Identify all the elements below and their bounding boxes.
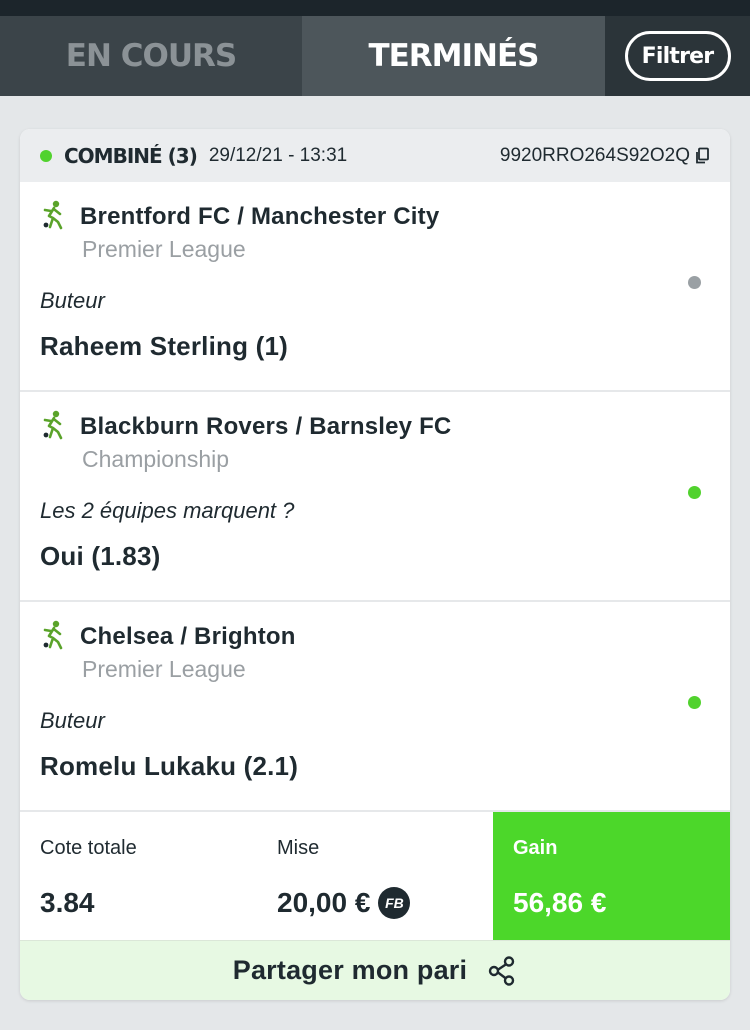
share-button[interactable]: Partager mon pari xyxy=(20,940,730,1000)
football-player-icon xyxy=(43,200,63,230)
stake: Mise 20,00 € FB xyxy=(257,812,493,940)
total-odds-value: 3.84 xyxy=(40,887,95,918)
match-name: Brentford FC / Manchester City xyxy=(80,203,440,230)
league-name: Premier League xyxy=(82,236,246,262)
filter-area: Filtrer xyxy=(605,16,750,96)
copy-icon[interactable] xyxy=(694,147,710,165)
filter-button[interactable]: Filtrer xyxy=(624,31,731,81)
stake-label: Mise xyxy=(277,837,320,859)
bet-date: 29/12/21 - 13:31 xyxy=(208,144,348,166)
selection-item: Brentford FC / Manchester City Premier L… xyxy=(20,182,730,392)
match-name: Chelsea / Brighton xyxy=(80,623,296,650)
gain-value: 56,86 € xyxy=(513,887,607,918)
market-name: Buteur xyxy=(40,288,105,313)
pick-value: Oui (1.83) xyxy=(40,541,161,571)
stake-value: 20,00 € xyxy=(277,887,371,918)
selection-item: Chelsea / Brighton Premier League Buteur… xyxy=(20,602,730,812)
selection-item: Blackburn Rovers / Barnsley FC Champions… xyxy=(20,392,730,602)
bet-tabs: EN COURS TERMINÉS Filtrer xyxy=(0,16,750,96)
total-odds-label: Cote totale xyxy=(40,837,137,859)
tab-termines[interactable]: TERMINÉS xyxy=(302,16,605,96)
share-label: Partager mon pari xyxy=(232,955,468,985)
market-name: Les 2 équipes marquent ? xyxy=(40,498,295,523)
stake-value-row: 20,00 € FB xyxy=(277,886,473,920)
tab-en-cours[interactable]: EN COURS xyxy=(0,16,302,96)
total-odds: Cote totale 3.84 xyxy=(20,812,257,940)
league-name: Premier League xyxy=(82,656,246,682)
selection-result-dot xyxy=(688,276,701,289)
bet-card-header: COMBINÉ (3) 29/12/21 - 13:31 9920RRO264S… xyxy=(20,129,730,182)
bet-card[interactable]: COMBINÉ (3) 29/12/21 - 13:31 9920RRO264S… xyxy=(20,129,730,1000)
pick-value: Raheem Sterling (1) xyxy=(40,331,288,361)
selection-result-dot xyxy=(688,486,701,499)
gain-label: Gain xyxy=(513,837,558,859)
match-name: Blackburn Rovers / Barnsley FC xyxy=(80,413,452,440)
football-player-icon xyxy=(43,410,63,440)
market-name: Buteur xyxy=(40,708,105,733)
freebet-badge: FB xyxy=(378,887,411,919)
bet-reference[interactable]: 9920RRO264S92O2Q xyxy=(500,145,710,167)
selection-result-dot xyxy=(688,696,701,709)
league-name: Championship xyxy=(82,446,230,472)
gain: Gain 56,86 € xyxy=(493,812,730,940)
bet-type: COMBINÉ (3) xyxy=(64,143,198,168)
pick-value: Romelu Lukaku (2.1) xyxy=(40,751,299,781)
football-player-icon xyxy=(43,620,63,650)
bet-reference-text: 9920RRO264S92O2Q xyxy=(499,144,690,166)
bet-summary: Cote totale 3.84 Mise 20,00 € FB Gain 56… xyxy=(20,812,730,940)
share-icon xyxy=(489,955,515,986)
bet-status-dot xyxy=(40,149,52,162)
top-status-strip xyxy=(0,0,750,16)
